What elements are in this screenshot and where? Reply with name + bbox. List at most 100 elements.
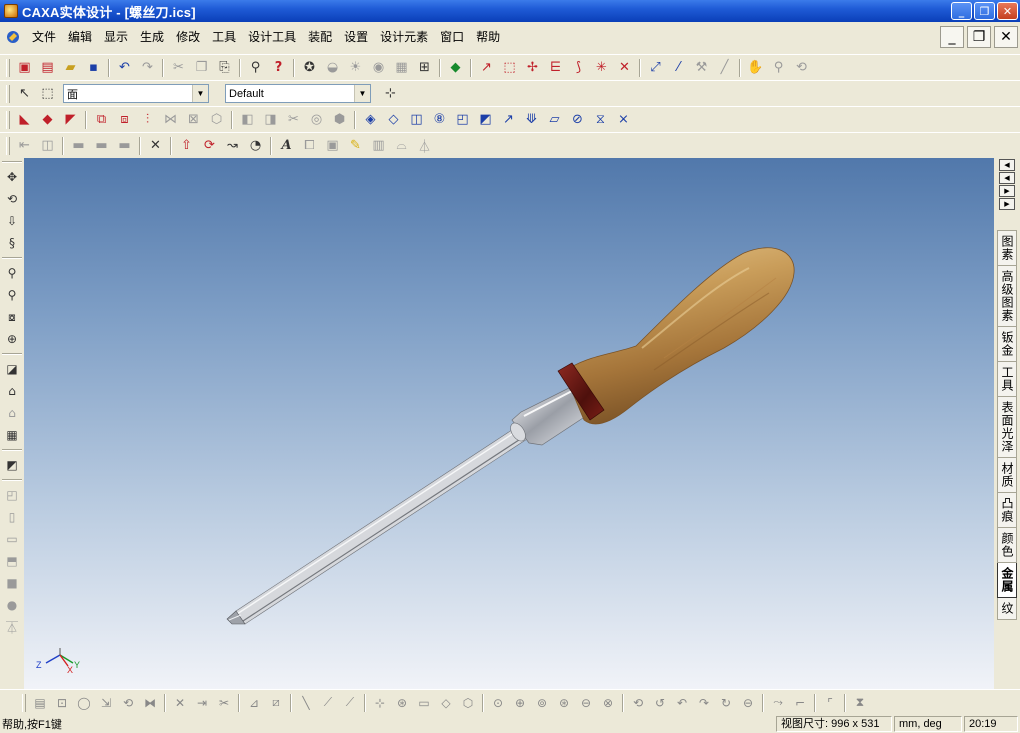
tab-advanced-primitives[interactable]: 高级图素 (997, 266, 1017, 327)
zoom-icon[interactable]: ⚲ (1, 262, 23, 284)
dynamic-rotate-icon[interactable]: § (1, 232, 23, 254)
offset-face-icon[interactable]: ◫ (36, 135, 59, 157)
smooth-icon[interactable]: ◔ (244, 135, 267, 157)
select-region-icon[interactable]: ⬚ (36, 83, 59, 105)
look-at-icon[interactable]: ⧇ (1, 306, 23, 328)
copy-icon[interactable]: ❐ (190, 57, 213, 79)
sketch-arc-rev-icon[interactable]: ↷ (693, 692, 715, 714)
toolbar-grip[interactable] (6, 136, 10, 155)
render-icon[interactable]: ✪ (298, 57, 321, 79)
select-arrow-icon[interactable]: ↖ (13, 83, 36, 105)
sketch-mirror-icon[interactable]: ⧓ (139, 692, 161, 714)
boolean-icon[interactable]: ⧈ (113, 109, 136, 131)
surface-delete-icon[interactable]: ⨯ (612, 109, 635, 131)
loft-solid-icon[interactable]: ⧉ (90, 109, 113, 131)
sketch-circle-tan-icon[interactable]: ⊛ (553, 692, 575, 714)
paste-icon[interactable]: ⎘ (213, 57, 236, 79)
sketch-polyline-icon[interactable]: ⟋ (317, 692, 339, 714)
menu-edit[interactable]: 编辑 (62, 27, 98, 47)
sketch-chamfer-icon[interactable]: ⌜ (819, 692, 841, 714)
save-view-icon[interactable]: ⌂ (1, 380, 23, 402)
tab-prev-icon[interactable]: ◀ (999, 172, 1015, 184)
column-icon[interactable]: ▥ (367, 135, 390, 157)
sketch-arc-3pt-icon[interactable]: ⟲ (627, 692, 649, 714)
menu-help[interactable]: 帮助 (470, 27, 506, 47)
block-icon[interactable]: ▣ (321, 135, 344, 157)
ruled-surface-icon[interactable]: ◇ (382, 109, 405, 131)
shade-icon[interactable]: ◒ (321, 57, 344, 79)
sketch-dimension-icon[interactable]: ⧄ (265, 692, 287, 714)
texture-icon[interactable]: ▦ (390, 57, 413, 79)
menu-view[interactable]: 显示 (98, 27, 134, 47)
design-tree-icon[interactable]: ⊞ (413, 57, 436, 79)
sketch-finish-icon[interactable]: ⧗ (849, 692, 871, 714)
shell-icon[interactable]: ✕ (613, 57, 636, 79)
curve-surface-icon[interactable]: ◈ (359, 109, 382, 131)
tab-first-icon[interactable]: ◀ (999, 159, 1015, 171)
surface-cut-icon[interactable]: ⊘ (566, 109, 589, 131)
tab-colors[interactable]: 颜色 (997, 528, 1017, 563)
sketch-rect-icon[interactable]: ⊡ (51, 692, 73, 714)
draft-icon[interactable]: ⬡ (205, 109, 228, 131)
tab-last-icon[interactable]: ▶ (999, 198, 1015, 210)
split-icon[interactable]: ◧ (236, 109, 259, 131)
tools-icon[interactable]: ⚒ (690, 57, 713, 79)
sketch-arc-center-icon[interactable]: ↺ (649, 692, 671, 714)
highlight-icon[interactable]: ✎ (344, 135, 367, 157)
brush-icon[interactable]: ╱ (713, 57, 736, 79)
mesh-surface-icon[interactable]: ◩ (474, 109, 497, 131)
sketch-fillet-icon[interactable]: ⌐ (789, 692, 811, 714)
sphere-view-icon[interactable]: ● (1, 594, 23, 616)
redo-icon[interactable]: ↷ (136, 57, 159, 79)
handle-up-icon[interactable]: ⇧ (175, 135, 198, 157)
sketch-circle-3pt-icon[interactable]: ⊚ (531, 692, 553, 714)
screwdriver-model[interactable]: Z X Y (24, 158, 994, 689)
hand-icon[interactable]: ✋ (744, 57, 767, 79)
document-icon[interactable] (4, 28, 22, 46)
smart-render-icon[interactable]: ◆ (444, 57, 467, 79)
delete-face-icon[interactable]: ▬ (67, 135, 90, 157)
sketch-arc-icon[interactable]: ⊗ (597, 692, 619, 714)
orbit-view-icon[interactable]: ⟲ (1, 188, 23, 210)
extrude-solid-icon[interactable]: ◣ (13, 109, 36, 131)
menu-tools[interactable]: 工具 (206, 27, 242, 47)
fit-all-icon[interactable]: ⊕ (1, 328, 23, 350)
cylinder-icon[interactable]: ⌓ (390, 135, 413, 157)
restore-button[interactable]: ❐ (974, 2, 995, 20)
revolve-solid-icon[interactable]: ◆ (36, 109, 59, 131)
doc-close-button[interactable]: ✕ (994, 26, 1018, 48)
grid-view-icon[interactable]: ▦ (1, 424, 23, 446)
tab-next-icon[interactable]: ▶ (999, 185, 1015, 197)
move-face-icon[interactable]: ⇤ (13, 135, 36, 157)
sketch-trim-icon[interactable]: ✂ (213, 692, 235, 714)
menu-generate[interactable]: 生成 (134, 27, 170, 47)
style-select[interactable]: Default ▼ (225, 84, 371, 103)
frame-icon[interactable]: ⧠ (298, 135, 321, 157)
heal-icon[interactable]: ✕ (144, 135, 167, 157)
new-design-icon[interactable]: ▣ (13, 57, 36, 79)
sketch-cross-icon[interactable]: ✕ (169, 692, 191, 714)
loft-icon[interactable]: ⋿ (544, 57, 567, 79)
tab-sheet-metal[interactable]: 钣金 (997, 327, 1017, 362)
save-icon[interactable]: ▪ (82, 57, 105, 79)
tab-embossing[interactable]: 凸痕 (997, 493, 1017, 528)
whats-this-icon[interactable]: ? (267, 57, 290, 79)
menu-design-elements[interactable]: 设计元素 (374, 27, 434, 47)
extrude-arrow-icon[interactable]: ↗ (475, 57, 498, 79)
surface-sew-icon[interactable]: ⧖ (589, 109, 612, 131)
thicken-icon[interactable]: ◎ (305, 109, 328, 131)
orbit-icon[interactable]: ⟲ (790, 57, 813, 79)
toolbar-grip[interactable] (6, 58, 10, 77)
sketch-arc-end-icon[interactable]: ↻ (715, 692, 737, 714)
menu-design-tools[interactable]: 设计工具 (242, 27, 302, 47)
sketch-constraint-icon[interactable]: ⊿ (243, 692, 265, 714)
tab-metal[interactable]: 金属 (997, 563, 1017, 598)
close-button[interactable]: ✕ (997, 2, 1018, 20)
front-view-icon[interactable]: ◰ (1, 484, 23, 506)
left-view-icon[interactable]: ▯ (1, 506, 23, 528)
sweep-icon[interactable]: ⬚ (498, 57, 521, 79)
fillet-icon[interactable]: ⟆ (567, 57, 590, 79)
sketch-point-icon[interactable]: ⊹ (369, 692, 391, 714)
undo-icon[interactable]: ↶ (113, 57, 136, 79)
plane-icon[interactable]: ⏃ (413, 135, 436, 157)
